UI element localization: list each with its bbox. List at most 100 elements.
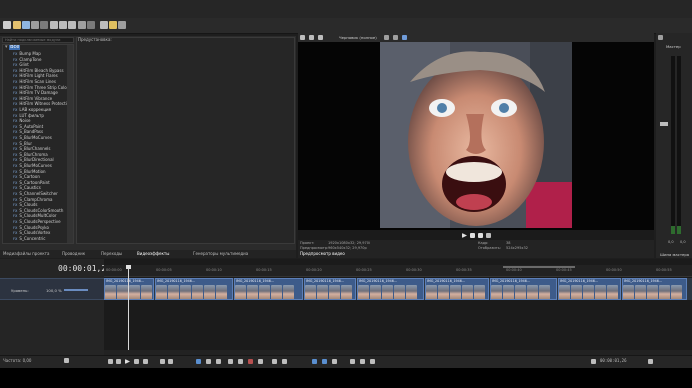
lock-icon[interactable] (282, 359, 287, 364)
open-icon[interactable] (13, 21, 21, 29)
master-fader[interactable] (660, 122, 668, 126)
fx-list-item[interactable]: FX S_CloudsColorSmooth (13, 208, 63, 213)
fx-list-item[interactable]: FX Glint (13, 62, 29, 67)
undo-icon[interactable] (78, 21, 86, 29)
fx-list-item[interactable]: FX S_CloudsMultColor (13, 213, 57, 218)
status-settings-icon[interactable] (648, 359, 653, 364)
playhead[interactable] (128, 268, 129, 350)
timeline-stop-icon[interactable] (143, 359, 148, 364)
split-icon[interactable] (238, 359, 243, 364)
fx-list-item[interactable]: FX S_Caustics (13, 185, 41, 190)
fx-tree-root[interactable]: ▾ Все (5, 45, 21, 50)
fx-list-item[interactable]: FX S_BlurMotion (13, 169, 46, 174)
fx-list-item[interactable]: FX LAB коррекция (13, 107, 51, 112)
ignore-grouping-icon[interactable] (360, 359, 365, 364)
settings-icon[interactable] (40, 21, 48, 29)
auto-ripple-icon[interactable] (312, 359, 317, 364)
fx-list-item[interactable]: FX ClampTone (13, 57, 41, 62)
fx-search-input[interactable]: Найти подключаемые модули (2, 37, 74, 43)
fx-list-item[interactable]: FX HitFilm Light Flares (13, 73, 58, 78)
new-icon[interactable] (3, 21, 11, 29)
lock-envelopes-icon[interactable] (350, 359, 355, 364)
video-clip[interactable]: IMG_20190116_1946... (234, 278, 303, 300)
fx-list-item[interactable]: FX S_BlurMoCurves (13, 163, 52, 168)
fx-list-item[interactable]: FX HitFilm Scan Lines (13, 79, 56, 84)
snapping-icon[interactable] (322, 359, 327, 364)
tab-video-fx[interactable]: Видеоэффекты (137, 251, 169, 257)
trim-icon[interactable] (228, 359, 233, 364)
fx-list-item[interactable]: FX S_CloudsPerspective (13, 219, 61, 224)
fx-list-item[interactable]: FX Bump Map (13, 51, 41, 56)
fx-list-item[interactable]: FX S_ClampChroma (13, 197, 52, 202)
stop-icon[interactable] (478, 233, 483, 238)
overlays-icon[interactable] (384, 35, 389, 40)
zoom-icon[interactable] (370, 359, 375, 364)
crossfade-icon[interactable] (332, 359, 337, 364)
tab-media-generators[interactable]: Генераторы мультимедиа (193, 251, 248, 257)
video-clip[interactable]: IMG_20190116_1946... (558, 278, 621, 300)
fx-list-item[interactable]: FX HitFilm TV Damage (13, 90, 58, 95)
timeline-pause-icon[interactable] (134, 359, 139, 364)
timeline-ruler[interactable] (104, 265, 692, 277)
fx-tree-scrollbar[interactable] (67, 45, 73, 243)
fx-list-item[interactable]: FX S_Cartoon (13, 174, 40, 179)
video-clip[interactable]: IMG_20190116_1946... (425, 278, 489, 300)
tab-master-bus[interactable]: Шина мастера (660, 252, 689, 257)
cursor-icon[interactable] (100, 21, 108, 29)
video-clip[interactable]: IMG_20190116_1946... (490, 278, 557, 300)
selection-tool-icon[interactable] (216, 359, 221, 364)
marker-icon[interactable] (258, 359, 263, 364)
tab-project-media[interactable]: Медиафайлы проекта (3, 251, 49, 257)
go-end-icon[interactable] (168, 359, 173, 364)
track-level-value[interactable]: 100,0 % (46, 288, 62, 293)
rate-slider[interactable] (64, 358, 69, 363)
track-level-slider[interactable] (64, 289, 88, 291)
fx-tree[interactable]: ▾ Все FX Bump Map FX ClampTone FX Glint FX HitF… (2, 44, 74, 244)
tab-transitions[interactable]: Переходы (101, 251, 122, 257)
tab-explorer[interactable]: Проводник (62, 251, 85, 257)
video-clip[interactable]: IMG_20190116_1946... (304, 278, 356, 300)
go-start-icon[interactable] (160, 359, 165, 364)
fx-list-item[interactable]: FX LUT фильтр (13, 113, 44, 118)
fx-list-item[interactable]: FX S_Concentric (13, 236, 45, 241)
delete-icon[interactable] (248, 359, 253, 364)
video-clip[interactable]: IMG_20190116_1946... (104, 278, 154, 300)
snap-icon[interactable] (109, 21, 117, 29)
properties-icon[interactable] (31, 21, 39, 29)
preview-quality-select[interactable]: Черновик (полное) (339, 35, 377, 40)
fx-list-item[interactable]: FX HitFilm Bleach Bypass (13, 68, 64, 73)
fx-list-item[interactable]: FX S_BlurChannels (13, 146, 51, 151)
fx-list-item[interactable]: FX S_CartoonPaint (13, 180, 50, 185)
split-screen-icon[interactable] (318, 35, 323, 40)
master-settings-icon[interactable] (658, 35, 663, 40)
fx-list-item[interactable]: FX S_BlurChroma (13, 152, 48, 157)
snapshot-icon[interactable] (402, 35, 407, 40)
record-icon[interactable] (108, 359, 113, 364)
video-track-header[interactable]: Уровень: 100,0 % (0, 278, 104, 300)
copy-icon[interactable] (59, 21, 67, 29)
video-clip[interactable]: IMG_20190116_1946... (155, 278, 233, 300)
fx-list-item[interactable]: FX S_BlurDirectional (13, 157, 54, 162)
fx-list-item[interactable]: FX S_AutoPaint (13, 124, 43, 129)
collapse-icon[interactable]: ▾ (5, 45, 8, 50)
fx-list-item[interactable]: FX S_ChannelSwitcher (13, 191, 58, 196)
fx-list-item[interactable]: FX S_CloudsVortex (13, 230, 50, 235)
help-icon[interactable] (118, 21, 126, 29)
loop-icon[interactable] (116, 359, 121, 364)
menu-icon[interactable] (486, 233, 491, 238)
region-icon[interactable] (272, 359, 277, 364)
normal-edit-tool-icon[interactable] (196, 359, 201, 364)
envelope-tool-icon[interactable] (206, 359, 211, 364)
fx-list-item[interactable]: FX HitFilm Witness Protection (13, 101, 72, 106)
fx-list-item[interactable]: FX S_Blur (13, 141, 32, 146)
preview-fx-icon[interactable] (309, 35, 314, 40)
fx-list-item[interactable]: FX HitFilm Vibrance (13, 96, 52, 101)
video-clip[interactable]: IMG_20190116_1946... (622, 278, 687, 300)
video-clip[interactable]: IMG_20190116_1946... (357, 278, 424, 300)
fx-list-item[interactable]: FX Noise (13, 118, 31, 123)
redo-icon[interactable] (87, 21, 95, 29)
paste-icon[interactable] (68, 21, 76, 29)
cut-icon[interactable] (50, 21, 58, 29)
fx-list-item[interactable]: FX S_CloudsPsyko (13, 225, 49, 230)
tab-video-preview[interactable]: Предпросмотр видео (300, 251, 345, 257)
